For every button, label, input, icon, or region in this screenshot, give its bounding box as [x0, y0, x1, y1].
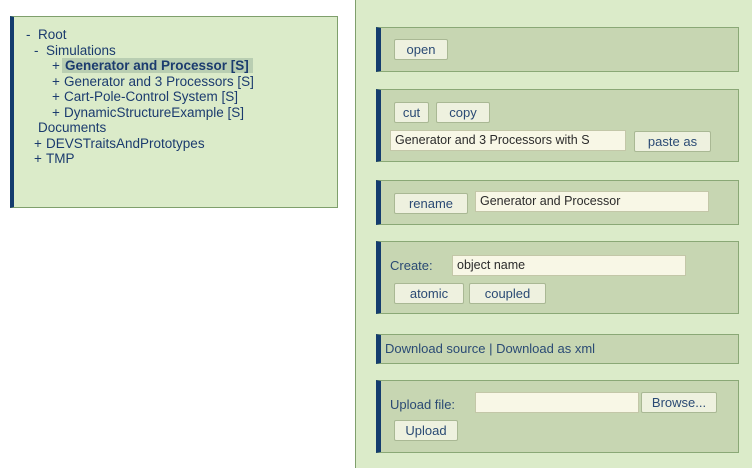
create-box: Create: object name atomic coupled [376, 241, 739, 314]
clipboard-box: cut copy Generator and 3 Processors with… [376, 89, 739, 162]
download-xml-link[interactable]: Download as xml [496, 341, 595, 356]
tree-label-devs-traits[interactable]: DEVSTraitsAndPrototypes [46, 136, 205, 151]
tree-node-cart-pole-control-system[interactable]: + Cart-Pole-Control System [S] [52, 89, 337, 105]
upload-button[interactable]: Upload [394, 420, 458, 441]
coupled-button[interactable]: coupled [469, 283, 546, 304]
upload-box: Upload file: Browse... Upload [376, 380, 739, 453]
tree-label-selected[interactable]: Generator and Processor [S] [62, 58, 253, 73]
tree-node-generator-and-processor[interactable]: + Generator and Processor [S] [52, 58, 337, 74]
tree-label[interactable]: Cart-Pole-Control System [S] [64, 89, 238, 104]
expand-toggle[interactable]: + [34, 151, 46, 167]
upload-file-label: Upload file: [390, 397, 456, 412]
tree-label-documents[interactable]: Documents [38, 120, 106, 135]
download-separator: | [485, 341, 497, 356]
tree-label[interactable]: DynamicStructureExample [S] [64, 105, 244, 120]
upload-file-field[interactable] [475, 392, 639, 413]
collapse-toggle[interactable]: - [26, 27, 38, 43]
tree-label-tmp[interactable]: TMP [46, 151, 75, 166]
collapse-toggle[interactable]: - [34, 43, 46, 59]
rename-box: rename Generator and Processor [376, 180, 739, 225]
download-box: Download source | Download as xml [376, 334, 739, 364]
expand-toggle[interactable]: + [52, 105, 64, 121]
expand-toggle[interactable]: + [34, 136, 46, 152]
expand-toggle[interactable]: + [52, 74, 64, 90]
tree-node-simulations[interactable]: - Simulations [34, 43, 337, 59]
tree-node-generator-and-3-processors[interactable]: + Generator and 3 Processors [S] [52, 74, 337, 90]
action-pane: open cut copy Generator and 3 Processors… [355, 0, 752, 468]
tree-label[interactable]: Generator and 3 Processors [S] [64, 74, 254, 89]
cut-button[interactable]: cut [394, 102, 429, 123]
browse-button[interactable]: Browse... [641, 392, 717, 413]
tree-node-root[interactable]: - Root [26, 27, 337, 43]
tree-label-simulations[interactable]: Simulations [46, 43, 116, 58]
rename-field[interactable]: Generator and Processor [475, 191, 709, 212]
tree-node-dynamic-structure-example[interactable]: + DynamicStructureExample [S] [52, 105, 337, 121]
download-source-link[interactable]: Download source [385, 341, 485, 356]
object-name-field[interactable]: object name [452, 255, 686, 276]
atomic-button[interactable]: atomic [394, 283, 464, 304]
copy-button[interactable]: copy [436, 102, 490, 123]
download-links: Download source | Download as xml [385, 341, 595, 356]
expand-toggle[interactable]: + [52, 89, 64, 105]
open-box: open [376, 27, 739, 72]
paste-name-field[interactable]: Generator and 3 Processors with S [390, 130, 626, 151]
paste-as-button[interactable]: paste as [634, 131, 711, 152]
rename-button[interactable]: rename [394, 193, 468, 214]
model-tree-panel: - Root - Simulations + Generator and Proces… [10, 16, 338, 208]
tree-node-devs-traits[interactable]: + DEVSTraitsAndPrototypes [34, 136, 337, 152]
create-label: Create: [390, 258, 433, 273]
open-button[interactable]: open [394, 39, 448, 60]
tree-node-tmp[interactable]: + TMP [34, 151, 337, 167]
tree-label-root[interactable]: Root [38, 27, 67, 42]
tree-node-documents[interactable]: Documents [38, 120, 337, 136]
